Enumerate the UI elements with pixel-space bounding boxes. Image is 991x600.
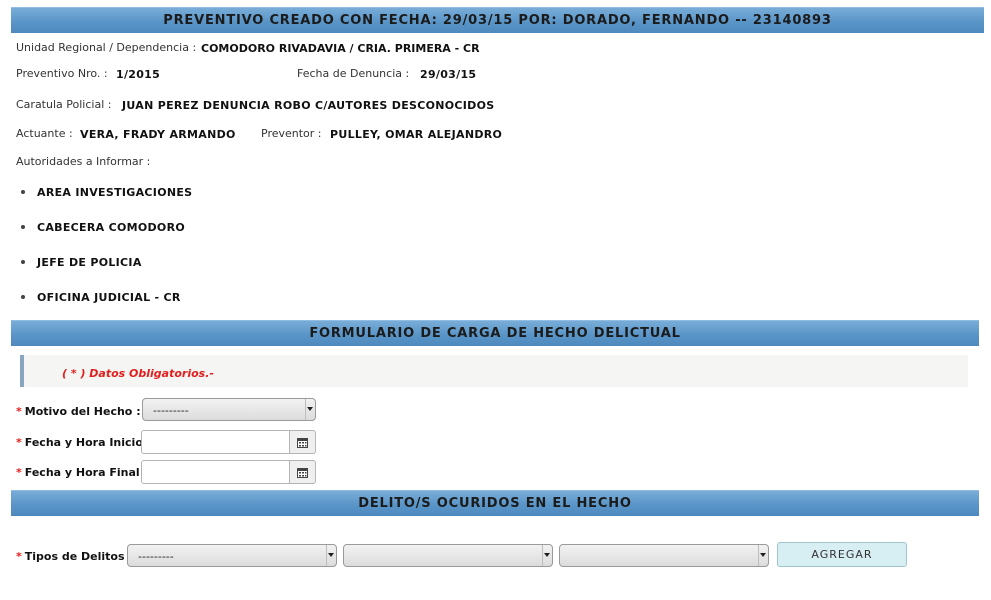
list-item: AREA INVESTIGACIONES [21,186,192,199]
list-item: CABECERA COMODORO [21,221,185,234]
fecha-inicio-calendar-button[interactable] [290,430,316,454]
page-title: PREVENTIVO CREADO CON FECHA: 29/03/15 PO… [163,13,832,28]
agregar-button[interactable]: AGREGAR [777,542,907,567]
delitos-section-header: DELITO/S OCURIDOS EN EL HECHO [11,490,979,516]
preventivo-label: Preventivo Nro. : [16,67,108,80]
list-item: OFICINA JUDICIAL - CR [21,291,181,304]
required-notice-text: ( * ) Datos Obligatorios.- [62,367,214,380]
page-header: PREVENTIVO CREADO CON FECHA: 29/03/15 PO… [11,7,984,33]
fecha-inicio-label: * Fecha y Hora Inicio: [16,436,148,449]
calendar-icon [297,438,308,448]
form-section-header: FORMULARIO DE CARGA DE HECHO DELICTUAL [11,320,979,346]
motivo-select[interactable]: --------- [142,398,316,421]
tipo-delito-select-3[interactable] [559,544,769,567]
required-mark: * [16,405,22,418]
tipos-delitos-label: * Tipos de Delitos : [16,550,133,563]
actuante-value: VERA, FRADY ARMANDO [80,128,236,141]
motivo-label: * Motivo del Hecho : [16,405,141,418]
fecha-denuncia-label: Fecha de Denuncia : [297,67,410,80]
bullet-icon [21,190,25,194]
tipo-delito-select-1-value: --------- [138,550,174,563]
chevron-down-icon [326,545,336,566]
tipo-delito-select-2[interactable] [343,544,553,567]
bullet-icon [21,225,25,229]
required-mark: * [16,436,22,449]
preventivo-value: 1/2015 [116,68,161,81]
fecha-final-input[interactable] [141,460,290,484]
chevron-down-icon [542,545,552,566]
fecha-final-label: * Fecha y Hora Final : [16,466,148,479]
tipo-delito-select-1[interactable]: --------- [127,544,337,567]
bullet-icon [21,295,25,299]
calendar-icon [297,468,308,478]
fecha-denuncia-value: 29/03/15 [420,68,477,81]
chevron-down-icon [305,399,315,420]
actuante-label: Actuante : [16,127,73,140]
required-mark: * [16,550,22,563]
preventor-value: PULLEY, OMAR ALEJANDRO [330,128,503,141]
caratula-label: Caratula Policial : [16,98,112,111]
motivo-select-value: --------- [153,404,189,417]
delitos-section-title: DELITO/S OCURIDOS EN EL HECHO [358,496,632,511]
required-notice: ( * ) Datos Obligatorios.- [20,355,968,387]
preventor-label: Preventor : [261,127,322,140]
chevron-down-icon [758,545,768,566]
bullet-icon [21,260,25,264]
form-section-title: FORMULARIO DE CARGA DE HECHO DELICTUAL [309,326,681,341]
required-mark: * [16,466,22,479]
caratula-value: JUAN PEREZ DENUNCIA ROBO C/AUTORES DESCO… [122,99,495,112]
list-item: JEFE DE POLICIA [21,256,142,269]
autoridades-label: Autoridades a Informar : [16,155,151,168]
unidad-value: COMODORO RIVADAVIA / CRIA. PRIMERA - CR [201,42,480,55]
fecha-inicio-input[interactable] [141,430,290,454]
fecha-final-calendar-button[interactable] [290,460,316,484]
unidad-label: Unidad Regional / Dependencia : [16,41,197,54]
